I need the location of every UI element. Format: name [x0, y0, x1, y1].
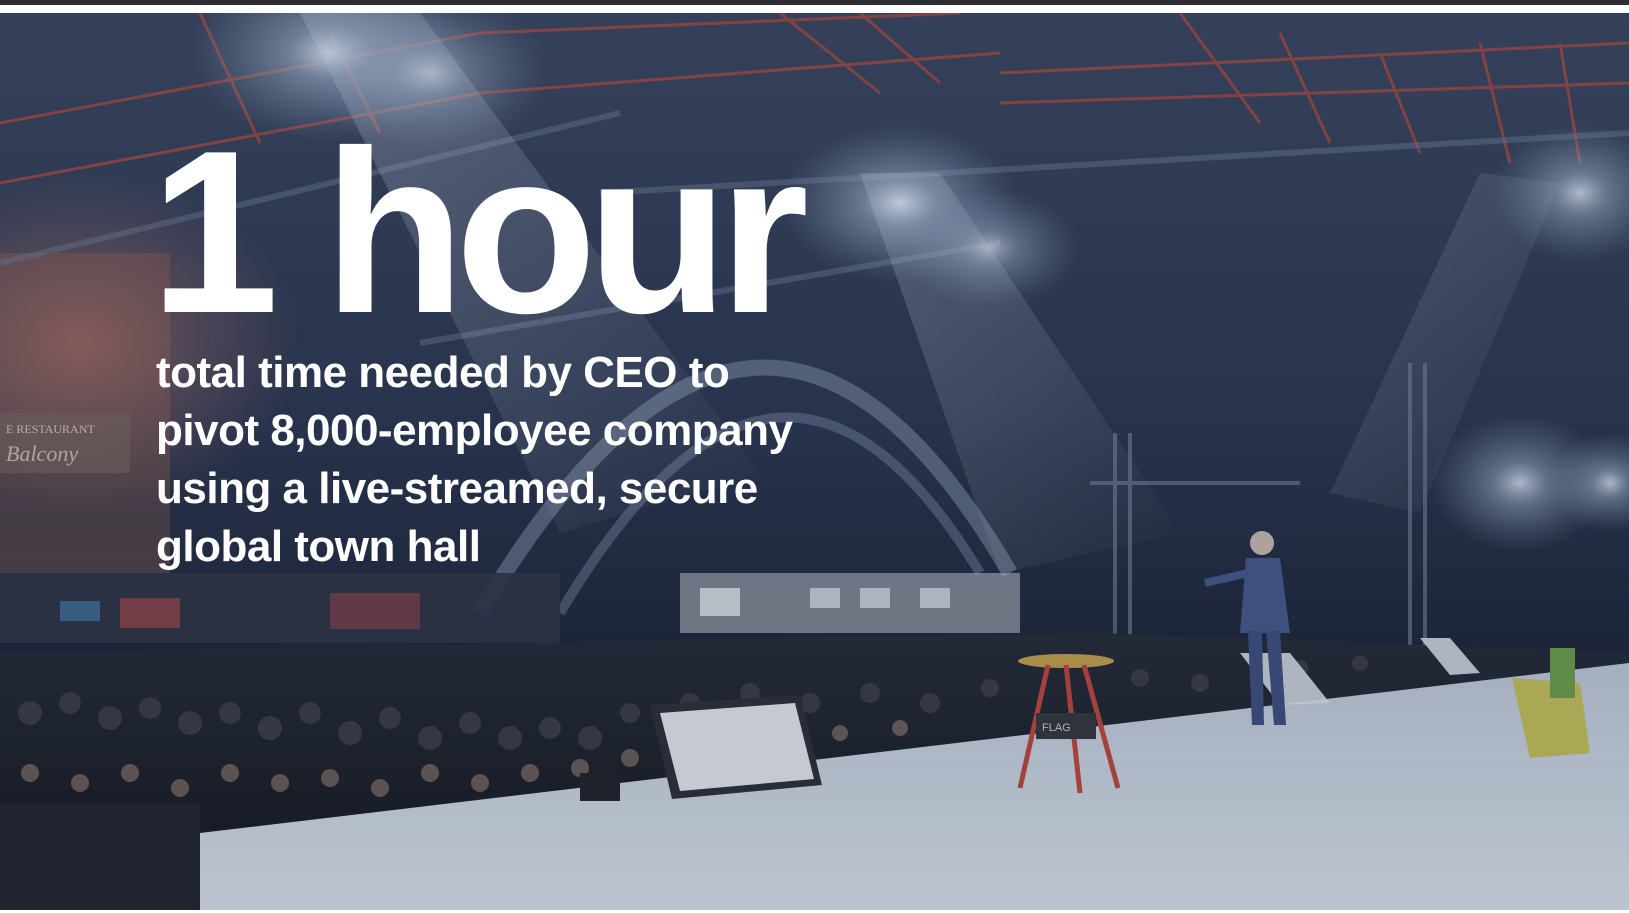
stat-value: 1 hour — [150, 103, 809, 362]
caption-line: total time needed by CEO to — [156, 348, 730, 397]
caption-line: using a live-streamed, secure — [156, 464, 758, 513]
stat-caption: total time needed by CEO to pivot 8,000-… — [156, 344, 916, 576]
caption-line: global town hall — [156, 522, 481, 571]
top-border-line — [0, 0, 1629, 5]
caption-line: pivot 8,000-employee company — [156, 406, 793, 455]
top-border — [0, 0, 1629, 13]
headline-block: 1 hour total time needed by CEO to pivot… — [150, 103, 1050, 576]
slide: E RESTAURANT Balcony FLAG 1 hour total t… — [0, 0, 1629, 913]
